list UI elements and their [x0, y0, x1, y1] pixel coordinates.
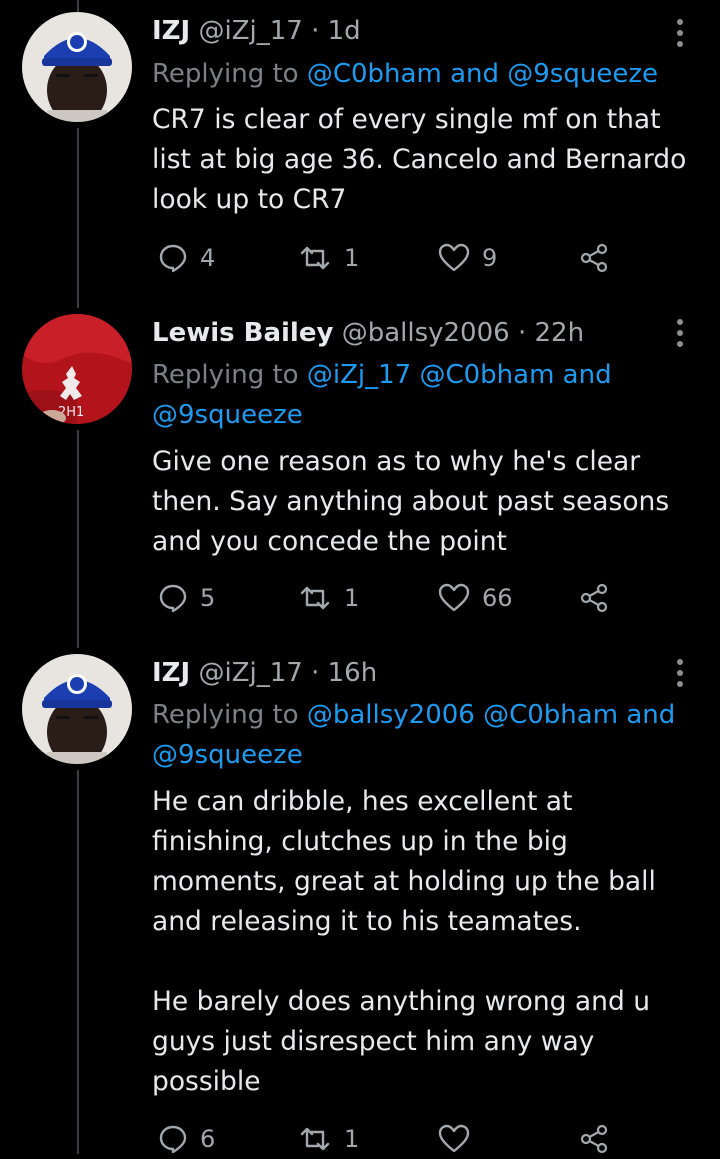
more-icon[interactable]: [670, 318, 690, 348]
retweet-icon: [298, 1124, 332, 1154]
mention-link[interactable]: @9squeeze: [507, 59, 658, 89]
retweet-icon: [298, 583, 332, 613]
tweet[interactable]: IZJ @iZj_17 · 16h Replying to @ballsy200…: [0, 640, 720, 1154]
timestamp[interactable]: 1d: [328, 16, 361, 46]
tweet-text: Give one reason as to why he's clear the…: [152, 446, 670, 557]
user-handle[interactable]: @iZj_17: [198, 658, 302, 688]
separator-dot: ·: [311, 16, 320, 46]
tweet-text: He can dribble, hes excellent at finishi…: [152, 786, 656, 1097]
retweet-button[interactable]: 1: [298, 1119, 359, 1159]
heart-icon: [438, 243, 470, 273]
mention-link[interactable]: @9squeeze: [152, 400, 303, 430]
like-count: 9: [482, 244, 498, 272]
timestamp[interactable]: 22h: [534, 318, 584, 348]
action-bar: 4 1 9: [152, 238, 632, 278]
retweet-count: 1: [344, 244, 360, 272]
reply-icon: [158, 583, 188, 613]
user-handle[interactable]: @iZj_17: [198, 16, 302, 46]
replying-to: Replying to @iZj_17 @C0bham and: [152, 355, 612, 395]
replying-to: Replying to @ballsy2006 @C0bham and: [152, 695, 675, 735]
like-count: 66: [482, 584, 513, 612]
avatar[interactable]: [22, 12, 132, 122]
mention-link[interactable]: @C0bham: [419, 360, 554, 390]
tweet[interactable]: 2H1 Lewis Bailey @ballsy2006 · 22h Reply…: [0, 300, 720, 640]
replying-to-continued: @9squeeze: [152, 735, 303, 775]
replying-to-continued: @9squeeze: [152, 395, 303, 435]
display-name[interactable]: Lewis Bailey: [152, 318, 333, 348]
avatar[interactable]: [22, 654, 132, 764]
share-button[interactable]: [578, 578, 610, 618]
like-button[interactable]: 9: [438, 238, 497, 278]
more-icon[interactable]: [670, 658, 690, 688]
action-bar: 6 1: [152, 1119, 632, 1159]
share-icon: [578, 243, 610, 273]
share-icon: [578, 583, 610, 613]
heart-icon: [438, 583, 470, 613]
reply-count: 4: [200, 244, 216, 272]
share-icon: [578, 1124, 610, 1154]
replying-prefix: Replying to: [152, 59, 307, 89]
separator-dot: ·: [517, 318, 527, 348]
display-name[interactable]: IZJ: [152, 658, 190, 688]
reply-icon: [158, 243, 188, 273]
heart-icon: [438, 1124, 470, 1154]
mention-link[interactable]: @iZj_17: [307, 360, 411, 390]
timestamp[interactable]: 16h: [328, 658, 378, 688]
mention-link[interactable]: @C0bham: [307, 59, 442, 89]
replying-to: Replying to @C0bham and @9squeeze: [152, 54, 658, 94]
retweet-button[interactable]: 1: [298, 578, 359, 618]
like-button[interactable]: 66: [438, 578, 513, 618]
like-button[interactable]: [438, 1119, 482, 1159]
retweet-count: 1: [344, 584, 360, 612]
reply-button[interactable]: 5: [158, 578, 215, 618]
reply-button[interactable]: 4: [158, 238, 215, 278]
mention-link[interactable]: @C0bham: [483, 700, 618, 730]
share-button[interactable]: [578, 238, 610, 278]
reply-icon: [158, 1124, 188, 1154]
reply-button[interactable]: 6: [158, 1119, 215, 1159]
more-icon[interactable]: [670, 18, 690, 48]
retweet-button[interactable]: 1: [298, 238, 359, 278]
share-button[interactable]: [578, 1119, 610, 1159]
mention-and[interactable]: and: [554, 360, 612, 390]
replying-prefix: Replying to: [152, 360, 307, 390]
user-handle[interactable]: @ballsy2006: [342, 318, 510, 348]
tweet-header: Lewis Bailey @ballsy2006 · 22h: [152, 316, 584, 350]
replying-prefix: Replying to: [152, 700, 307, 730]
mention-and[interactable]: and: [618, 700, 675, 730]
tweet-header: IZJ @iZj_17 · 1d: [152, 14, 361, 48]
reply-count: 5: [200, 584, 216, 612]
retweet-count: 1: [344, 1125, 360, 1153]
mention-link[interactable]: @9squeeze: [152, 740, 303, 770]
avatar[interactable]: 2H1: [22, 314, 132, 424]
retweet-icon: [298, 243, 332, 273]
tweet[interactable]: IZJ @iZj_17 · 1d Replying to @C0bham and…: [0, 0, 720, 300]
reply-count: 6: [200, 1125, 216, 1153]
mention-and[interactable]: and: [442, 59, 507, 89]
action-bar: 5 1 66: [152, 578, 632, 618]
separator-dot: ·: [311, 658, 320, 688]
tweet-header: IZJ @iZj_17 · 16h: [152, 656, 377, 690]
mention-link[interactable]: @ballsy2006: [307, 700, 475, 730]
display-name[interactable]: IZJ: [152, 16, 190, 46]
tweet-text: CR7 is clear of every single mf on that …: [152, 104, 687, 215]
